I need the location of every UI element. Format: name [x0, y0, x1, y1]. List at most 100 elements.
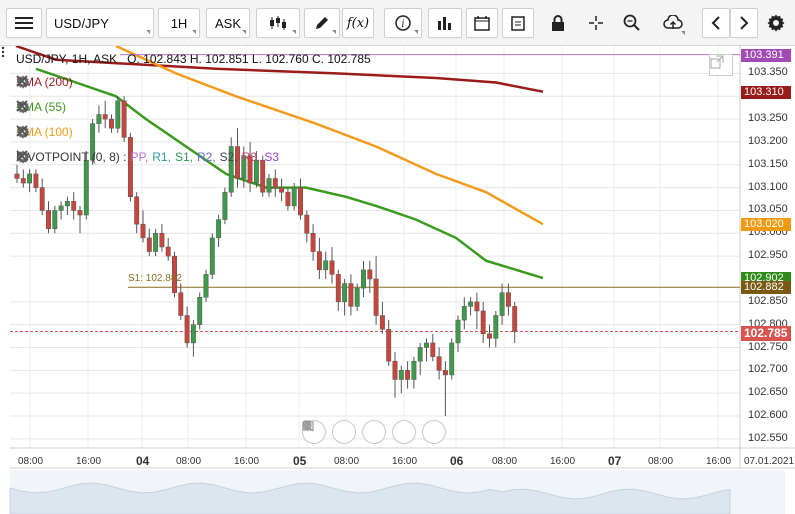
caret-icon: [192, 30, 196, 34]
candle-body: [209, 237, 215, 275]
candle-body: [165, 246, 171, 257]
scroll-back-button[interactable]: [702, 8, 730, 38]
y-tick-label: 102.750: [748, 340, 788, 353]
candle-body: [71, 201, 77, 211]
scroll-forward-button[interactable]: [730, 8, 758, 38]
candle-body: [279, 187, 285, 193]
candle-body: [140, 223, 146, 239]
x-tick-label: 04: [136, 454, 150, 468]
price-marker: 103.020: [741, 218, 791, 232]
scroll-right-button[interactable]: [304, 420, 446, 444]
x-tick-label: 16:00: [76, 456, 102, 467]
pivot-label: PIVOTPOINT (0, 8) :: [16, 150, 127, 164]
caret-icon: [414, 30, 418, 34]
candle-body: [134, 196, 140, 225]
close-icon[interactable]: [16, 150, 28, 162]
candle-body: [58, 205, 64, 211]
legend-sma-200[interactable]: SMA (200): [16, 75, 79, 89]
y-tick-label: 103.100: [748, 180, 788, 193]
symbol-label: USD/JPY: [54, 15, 109, 31]
expand-chart-button[interactable]: [709, 54, 733, 76]
chart-area[interactable]: USD/JPY, 1H, ASK O. 102.843 H. 102.851 L…: [0, 46, 795, 514]
clipboard-icon: [511, 16, 525, 31]
price-marker: 103.391: [741, 48, 791, 62]
x-tick-label: 05: [293, 454, 307, 468]
candle-body: [272, 178, 278, 188]
price-type-selector[interactable]: ASK: [206, 8, 250, 38]
zoom-icon: [623, 14, 640, 31]
candle-body: [487, 333, 492, 339]
caret-icon: [292, 30, 296, 34]
ohlc-values: O. 102.843 H. 102.851 L. 102.760 C. 102.…: [127, 52, 371, 66]
price-marker: 102.882: [741, 281, 791, 295]
pivot-r2: R2,: [196, 150, 216, 164]
notes-button[interactable]: [502, 8, 534, 38]
candle-body: [102, 114, 108, 120]
calendar-icon: [474, 16, 490, 31]
settings-button[interactable]: [764, 8, 788, 38]
price-marker: 102.785: [741, 325, 791, 341]
menu-button[interactable]: [6, 8, 42, 38]
candle-body: [361, 269, 366, 289]
lock-button[interactable]: [546, 8, 570, 38]
candle-body: [373, 278, 379, 316]
share-button[interactable]: [658, 8, 688, 38]
zoom-out-button[interactable]: [302, 420, 356, 444]
candle-body: [153, 233, 159, 252]
x-tick-label: 08:00: [18, 456, 44, 467]
zoom-in-button[interactable]: [302, 420, 416, 444]
expand-icon: [710, 55, 724, 69]
close-icon[interactable]: [16, 100, 28, 112]
legend-pivotpoint[interactable]: PIVOTPOINT (0, 8) : PP, R1, S1, R2, S2, …: [16, 150, 285, 164]
info-button[interactable]: i: [384, 8, 422, 38]
pivot-s2: S2,: [219, 150, 238, 164]
caret-icon: [332, 30, 336, 34]
candlestick-icon: [270, 16, 286, 30]
y-tick-label: 103.200: [748, 134, 788, 147]
chart-type-button[interactable]: [256, 8, 300, 38]
volume-button[interactable]: [428, 8, 462, 38]
candle-body: [266, 178, 272, 193]
y-tick-label: 102.600: [748, 409, 788, 422]
pivot-pp: PP,: [130, 150, 149, 164]
candle-body: [46, 210, 51, 229]
candle-body: [39, 187, 45, 211]
candle-body: [115, 100, 121, 129]
x-tick-label: 16:00: [550, 456, 576, 467]
x-tick-label: 16:00: [392, 456, 418, 467]
candle-body: [64, 201, 70, 207]
reset-view-button[interactable]: [302, 420, 386, 444]
y-tick-label: 102.650: [748, 386, 788, 399]
candle-body: [436, 356, 442, 371]
legend-sma-55[interactable]: SMA (55): [16, 100, 72, 114]
candle-body: [449, 342, 455, 376]
candle-body: [27, 173, 33, 184]
crosshair-button[interactable]: [584, 8, 608, 38]
candle-body: [480, 310, 486, 335]
close-icon[interactable]: [16, 75, 28, 87]
candle-body: [304, 214, 310, 234]
drag-handle-icon[interactable]: [0, 46, 6, 58]
y-tick-label: 102.850: [748, 294, 788, 307]
candle-body: [499, 292, 505, 316]
x-tick-label: 08:00: [334, 456, 360, 467]
calendar-button[interactable]: [466, 8, 498, 38]
candle-body: [512, 306, 518, 332]
price-marker: 103.310: [741, 85, 791, 99]
candle-body: [316, 251, 322, 271]
lock-icon: [552, 15, 564, 31]
candle-body: [386, 328, 392, 362]
x-tick-label: 07: [608, 454, 622, 468]
candle-body: [493, 315, 499, 339]
draw-tool-button[interactable]: [304, 8, 340, 38]
candle-body: [52, 210, 58, 229]
timeframe-selector[interactable]: 1H: [158, 8, 200, 38]
close-icon[interactable]: [16, 125, 28, 137]
zoom-button[interactable]: [620, 8, 644, 38]
indicators-button[interactable]: f(x): [342, 8, 374, 38]
bar-chart-icon: [438, 17, 451, 30]
symbol-selector[interactable]: USD/JPY: [46, 8, 154, 38]
candle-body: [335, 274, 341, 303]
candle-body: [260, 159, 266, 193]
legend-sma-100[interactable]: SMA (100): [16, 125, 79, 139]
